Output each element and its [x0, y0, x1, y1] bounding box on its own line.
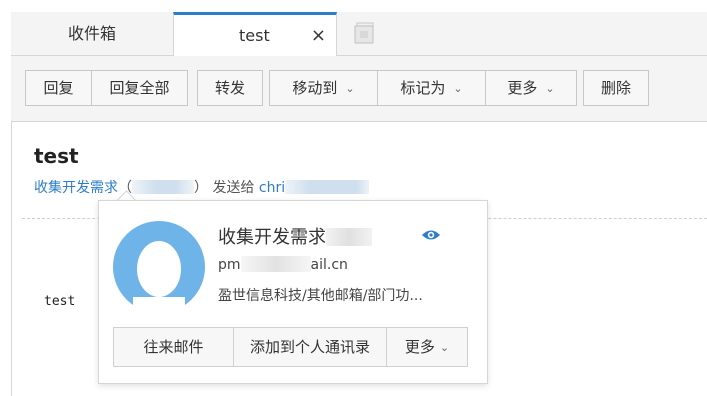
recipient-name[interactable]: chri — [259, 180, 285, 196]
redacted-recipient — [285, 180, 370, 194]
tab-bar: 收件箱 test × — [11, 12, 707, 57]
sender-line: 收集开发需求（） 发送给 chri — [34, 177, 370, 197]
tab-inbox[interactable]: 收件箱 — [11, 12, 173, 56]
tab-test-label: test — [239, 26, 270, 45]
reply-all-button[interactable]: 回复全部 — [91, 70, 188, 106]
avatar-placeholder-icon — [113, 221, 205, 313]
sender-name[interactable]: 收集开发需求 — [34, 180, 118, 196]
tab-test[interactable]: test × — [173, 12, 337, 57]
more-dropdown[interactable]: 更多 ⌄ — [485, 70, 577, 106]
mark-as-dropdown[interactable]: 标记为 ⌄ — [377, 70, 486, 106]
card-more-dropdown[interactable]: 更多 ⌄ — [386, 327, 468, 367]
delete-button[interactable]: 删除 — [583, 70, 649, 106]
chevron-down-icon: ⌄ — [453, 82, 463, 95]
paren-close: ） — [194, 180, 208, 196]
contact-name: 收集开发需求 — [218, 223, 372, 249]
eye-icon[interactable] — [421, 228, 441, 242]
add-to-contacts-button[interactable]: 添加到个人通讯录 — [233, 327, 387, 367]
chevron-down-icon: ⌄ — [345, 82, 355, 95]
message-toolbar: 回复 回复全部 转发 移动到 ⌄ 标记为 ⌄ 更多 ⌄ 删除 — [11, 56, 707, 122]
redacted-sender-address — [132, 180, 194, 194]
mail-history-button[interactable]: 往来邮件 — [113, 327, 234, 367]
forward-button[interactable]: 转发 — [197, 70, 263, 106]
message-body: test — [44, 294, 76, 309]
contact-card-popup: 收集开发需求 pm ail.cn 盈世信息科技/其他邮箱/部门功... 往来邮件 … — [98, 200, 488, 384]
chevron-down-icon: ⌄ — [545, 82, 555, 95]
new-tab-icon[interactable] — [354, 22, 376, 44]
redacted-name — [326, 228, 372, 246]
redacted-email — [240, 256, 311, 272]
move-to-dropdown[interactable]: 移动到 ⌄ — [269, 70, 378, 106]
contact-email: pm ail.cn — [218, 256, 348, 273]
message-subject: test — [34, 144, 79, 168]
contact-organization: 盈世信息科技/其他邮箱/部门功... — [218, 288, 423, 304]
reply-button[interactable]: 回复 — [25, 70, 92, 106]
sent-to-label: 发送给 — [212, 180, 255, 196]
chevron-down-icon: ⌄ — [439, 341, 450, 354]
close-tab-icon[interactable]: × — [311, 15, 326, 56]
